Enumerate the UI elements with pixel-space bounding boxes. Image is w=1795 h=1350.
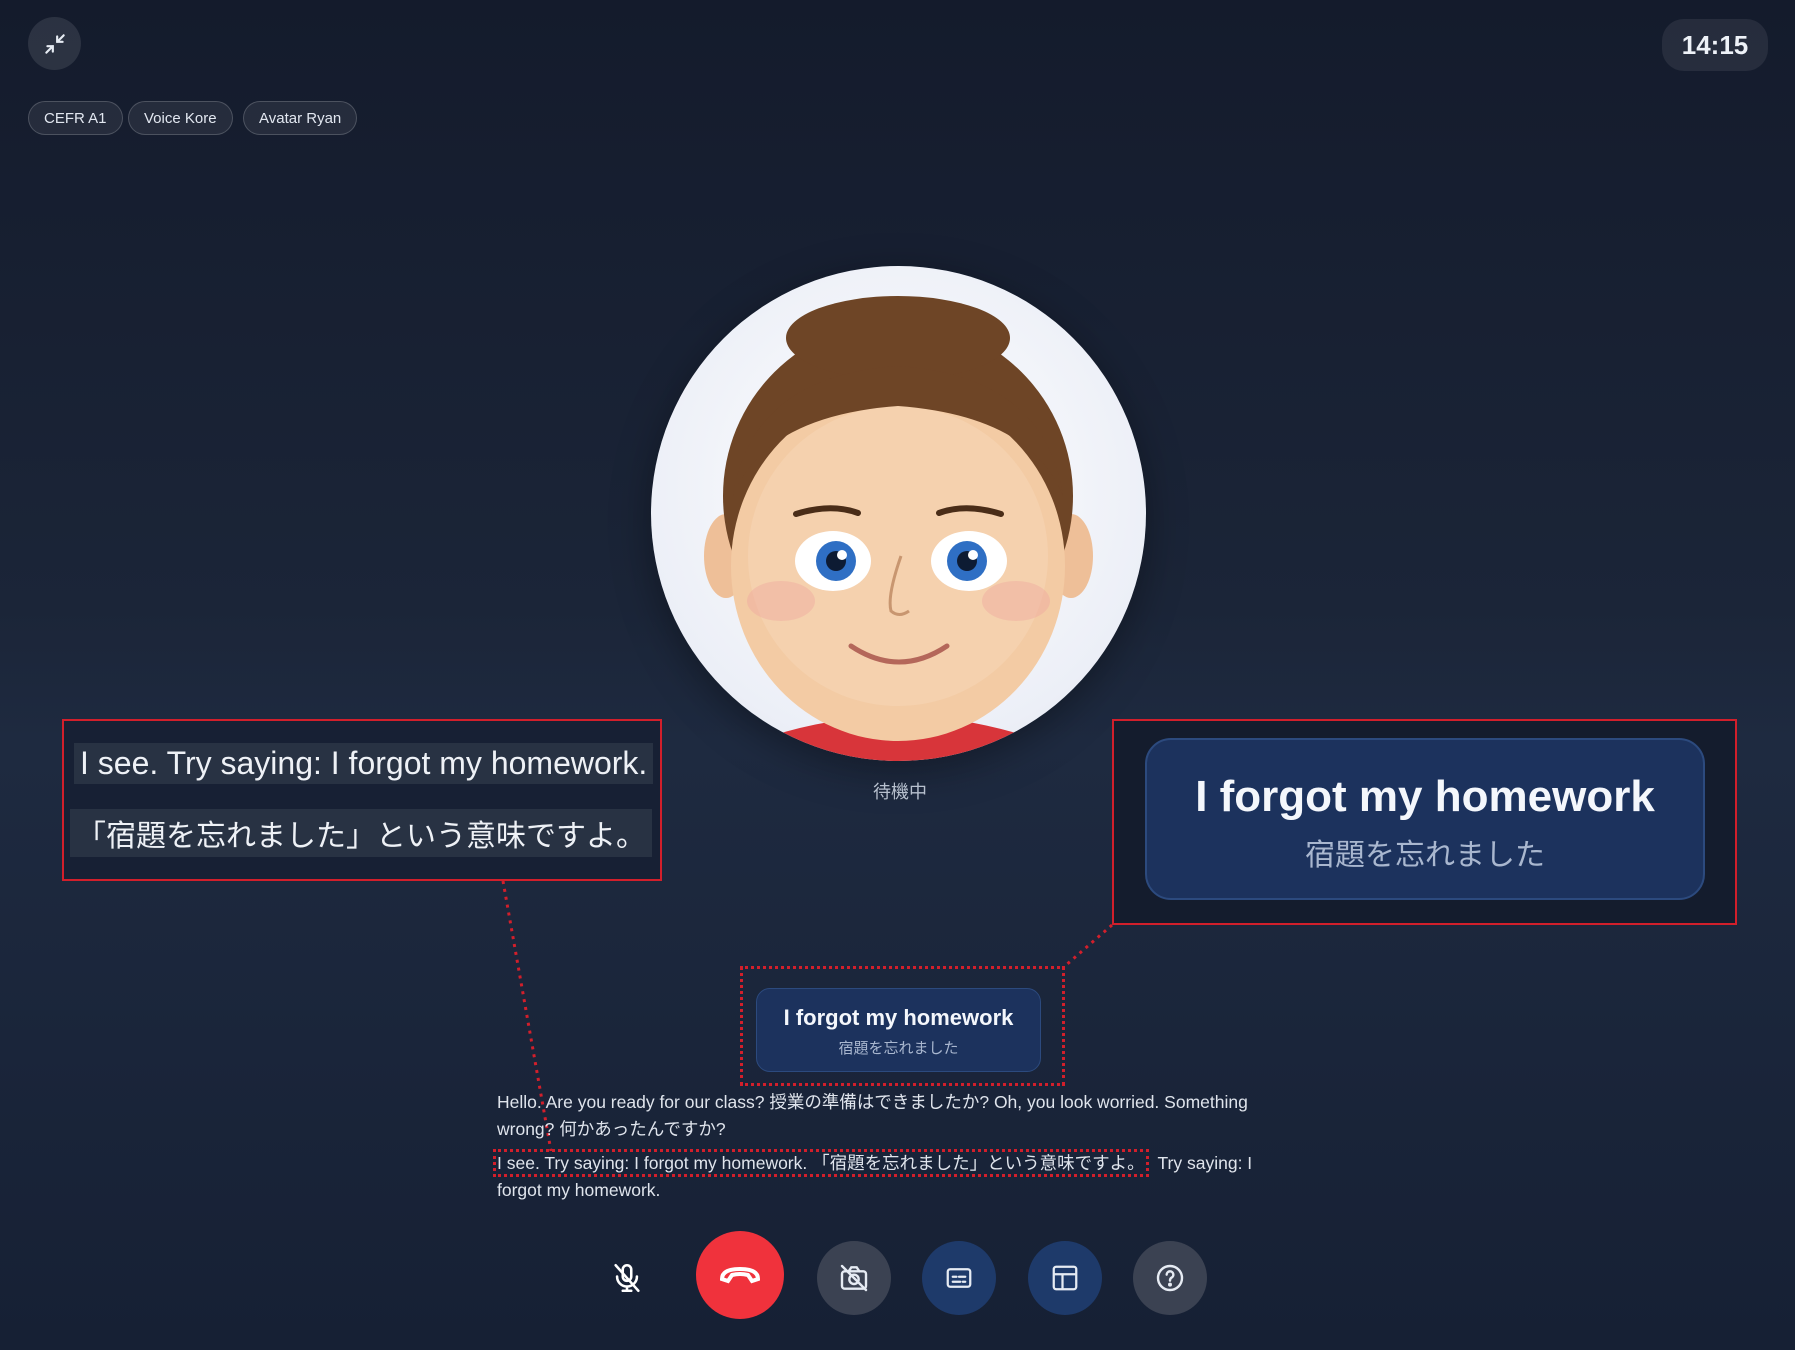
help-button[interactable] [1133,1241,1207,1315]
help-icon [1156,1264,1184,1292]
captions-icon [946,1268,972,1288]
transcript: Hello. Are you ready for our class? 授業の準… [493,1089,1297,1204]
transcript-highlight: I see. Try saying: I forgot my homework.… [493,1149,1149,1177]
layout-button[interactable] [1028,1241,1102,1315]
phone-hangup-icon [719,1266,761,1284]
camera-toggle-button[interactable] [817,1241,891,1315]
captions-button[interactable] [922,1241,996,1315]
mic-off-icon [614,1263,640,1293]
layout-icon [1052,1265,1078,1291]
suggestion-card[interactable]: I forgot my homework 宿題を忘れました [756,988,1041,1072]
transcript-line-2: I see. Try saying: I forgot my homework.… [493,1149,1297,1204]
suggestion-subtitle: 宿題を忘れました [838,1040,959,1057]
transcript-line-1: Hello. Are you ready for our class? 授業の準… [497,1092,1248,1139]
camera-off-icon [840,1264,868,1292]
mic-toggle-button[interactable] [590,1241,664,1315]
suggestion-title: I forgot my homework [783,1005,1014,1030]
end-call-button[interactable] [696,1231,784,1319]
